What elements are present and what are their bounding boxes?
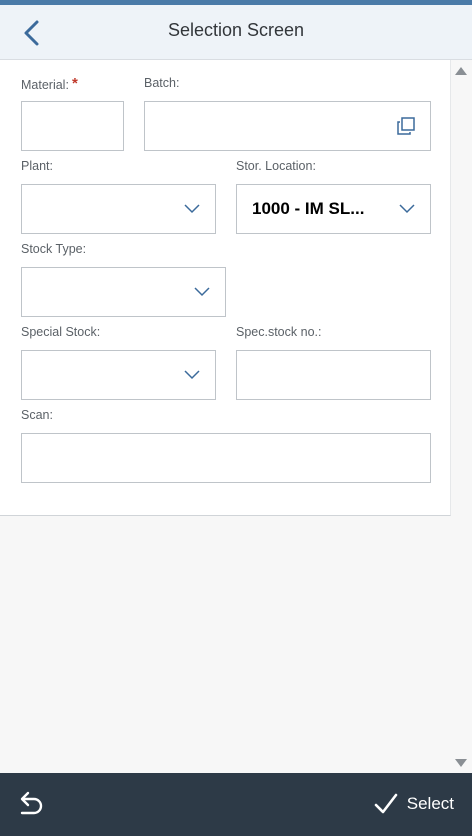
chevron-down-icon <box>399 204 415 214</box>
scroll-up-icon[interactable] <box>454 66 468 76</box>
required-marker: * <box>71 75 78 92</box>
chevron-down-icon <box>194 287 210 297</box>
checkmark-icon <box>374 793 398 814</box>
special-stock-select[interactable] <box>21 350 216 400</box>
stock-type-label: Stock Type: <box>21 242 87 256</box>
app-window: Selection Screen Material: * Batch: Plant… <box>0 0 472 836</box>
undo-button[interactable] <box>14 787 48 821</box>
stor-location-select[interactable]: 1000 - IM SL... <box>236 184 431 234</box>
chevron-down-icon <box>184 370 200 380</box>
scan-label: Scan: <box>21 408 53 422</box>
stor-location-label: Stor. Location: <box>236 159 316 173</box>
footer-toolbar: Select <box>0 773 472 836</box>
spec-stock-no-label: Spec.stock no.: <box>236 325 322 339</box>
plant-select[interactable] <box>21 184 216 234</box>
select-button-label: Select <box>406 794 454 813</box>
batch-label: Batch: <box>144 76 180 90</box>
material-input[interactable] <box>21 101 124 151</box>
special-stock-label: Special Stock: <box>21 325 101 339</box>
chevron-down-icon <box>184 204 200 214</box>
scan-input[interactable] <box>21 433 431 483</box>
batch-input[interactable] <box>144 101 431 151</box>
select-button[interactable]: Select <box>373 789 454 819</box>
stor-location-value: 1000 - IM SL... <box>252 199 365 218</box>
material-label: Material: * <box>21 75 78 93</box>
spec-stock-no-input[interactable] <box>236 350 431 400</box>
material-label-text: Material: <box>21 78 69 92</box>
plant-label: Plant: <box>21 159 53 173</box>
scroll-down-icon[interactable] <box>454 758 468 768</box>
selection-form: Material: * Batch: Plant: Stor. Location:… <box>0 60 451 516</box>
page-title: Selection Screen <box>167 20 305 40</box>
header-bar: Selection Screen <box>0 5 472 60</box>
stock-type-select[interactable] <box>21 267 226 317</box>
undo-icon <box>20 791 43 815</box>
value-help-icon[interactable] <box>396 116 416 136</box>
